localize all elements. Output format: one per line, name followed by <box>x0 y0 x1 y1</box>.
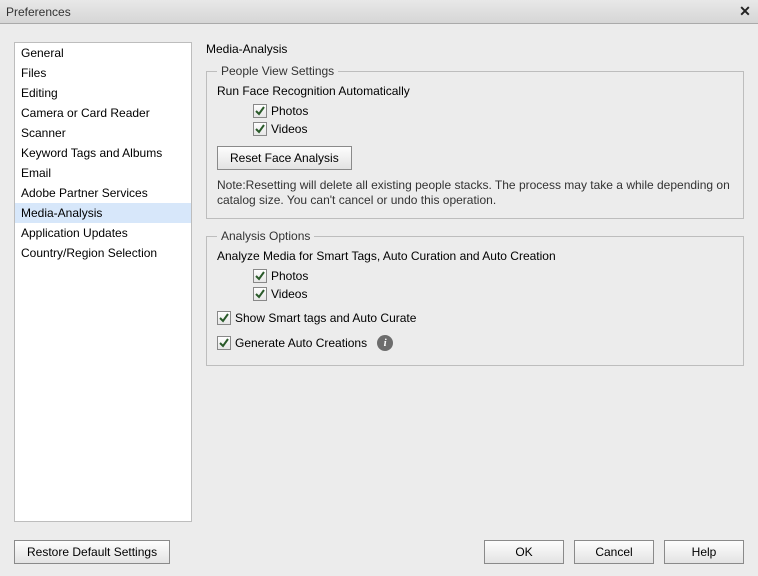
sidebar-item-label: General <box>21 46 64 60</box>
analysis-photos-label: Photos <box>271 269 308 283</box>
sidebar-item-label: Scanner <box>21 126 66 140</box>
sidebar-item-label: Application Updates <box>21 226 128 240</box>
footer: Restore Default Settings OK Cancel Help <box>0 532 758 576</box>
photos-checkbox-label: Photos <box>271 104 308 118</box>
titlebar: Preferences ✕ <box>0 0 758 24</box>
check-icon <box>218 337 230 349</box>
ok-button[interactable]: OK <box>484 540 564 564</box>
analysis-options-group: Analysis Options Analyze Media for Smart… <box>206 229 744 366</box>
analysis-videos-checkbox[interactable] <box>253 287 267 301</box>
analysis-videos-label: Videos <box>271 287 307 301</box>
sidebar-item-country-region[interactable]: Country/Region Selection <box>15 243 191 263</box>
info-icon[interactable]: i <box>377 335 393 351</box>
gen-auto-checkbox[interactable] <box>217 336 231 350</box>
checkbox-row-videos: Videos <box>253 122 733 136</box>
show-smart-label: Show Smart tags and Auto Curate <box>235 311 416 325</box>
sidebar: General Files Editing Camera or Card Rea… <box>14 42 192 522</box>
checkbox-row-analysis-photos: Photos <box>253 269 733 283</box>
sidebar-item-scanner[interactable]: Scanner <box>15 123 191 143</box>
sidebar-item-email[interactable]: Email <box>15 163 191 183</box>
sidebar-item-partner-services[interactable]: Adobe Partner Services <box>15 183 191 203</box>
cancel-button[interactable]: Cancel <box>574 540 654 564</box>
check-icon <box>254 105 266 117</box>
main-panel: Media-Analysis People View Settings Run … <box>206 42 744 522</box>
sidebar-item-label: Camera or Card Reader <box>21 106 150 120</box>
sidebar-item-label: Editing <box>21 86 58 100</box>
body: General Files Editing Camera or Card Rea… <box>0 24 758 532</box>
sidebar-item-general[interactable]: General <box>15 43 191 63</box>
sidebar-item-files[interactable]: Files <box>15 63 191 83</box>
sidebar-item-label: Files <box>21 66 46 80</box>
sidebar-item-editing[interactable]: Editing <box>15 83 191 103</box>
sidebar-item-app-updates[interactable]: Application Updates <box>15 223 191 243</box>
reset-face-analysis-button[interactable]: Reset Face Analysis <box>217 146 352 170</box>
videos-checkbox[interactable] <box>253 122 267 136</box>
analysis-photos-checkbox[interactable] <box>253 269 267 283</box>
checkbox-row-gen-auto: Generate Auto Creations i <box>217 335 733 351</box>
sidebar-item-media-analysis[interactable]: Media-Analysis <box>15 203 191 223</box>
page-title: Media-Analysis <box>206 42 744 56</box>
show-smart-checkbox[interactable] <box>217 311 231 325</box>
sidebar-item-keyword-tags[interactable]: Keyword Tags and Albums <box>15 143 191 163</box>
checkbox-row-show-smart: Show Smart tags and Auto Curate <box>217 311 733 325</box>
help-button[interactable]: Help <box>664 540 744 564</box>
sidebar-item-label: Country/Region Selection <box>21 246 157 260</box>
check-icon <box>254 270 266 282</box>
preferences-window: Preferences ✕ General Files Editing Came… <box>0 0 758 576</box>
photos-checkbox[interactable] <box>253 104 267 118</box>
restore-defaults-button[interactable]: Restore Default Settings <box>14 540 170 564</box>
check-icon <box>254 288 266 300</box>
checkbox-row-analysis-videos: Videos <box>253 287 733 301</box>
sidebar-item-label: Media-Analysis <box>21 206 102 220</box>
check-icon <box>218 312 230 324</box>
close-icon[interactable]: ✕ <box>736 3 754 21</box>
people-view-group: People View Settings Run Face Recognitio… <box>206 64 744 219</box>
people-view-subhead: Run Face Recognition Automatically <box>217 84 733 98</box>
sidebar-item-camera[interactable]: Camera or Card Reader <box>15 103 191 123</box>
sidebar-item-label: Adobe Partner Services <box>21 186 148 200</box>
analysis-options-legend: Analysis Options <box>217 229 314 243</box>
gen-auto-label: Generate Auto Creations <box>235 336 367 350</box>
people-view-legend: People View Settings <box>217 64 338 78</box>
sidebar-item-label: Keyword Tags and Albums <box>21 146 162 160</box>
sidebar-item-label: Email <box>21 166 51 180</box>
checkbox-row-photos: Photos <box>253 104 733 118</box>
window-title: Preferences <box>6 5 71 19</box>
analysis-options-subhead: Analyze Media for Smart Tags, Auto Curat… <box>217 249 733 263</box>
reset-note: Note:Resetting will delete all existing … <box>217 178 733 208</box>
videos-checkbox-label: Videos <box>271 122 307 136</box>
check-icon <box>254 123 266 135</box>
